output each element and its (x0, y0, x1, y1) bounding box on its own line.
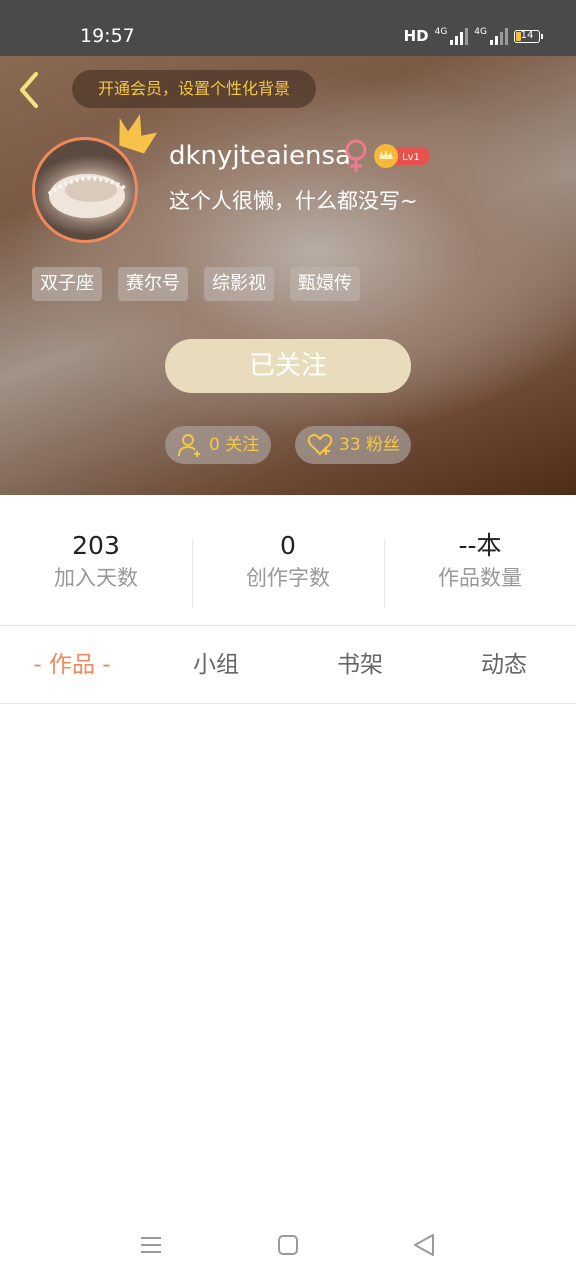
network-type-1: 4G (434, 27, 448, 37)
tag-item[interactable]: 甄嬛传 (290, 267, 360, 301)
following-button[interactable]: 0 关注 (165, 426, 271, 464)
battery-icon: 14 (514, 29, 543, 43)
profile-header: 开通会员，设置个性化背景 dknyjteaiensa Lv1 这个人很懒，什么都… (0, 56, 576, 495)
tag-item[interactable]: 综影视 (204, 267, 274, 301)
level-text: Lv1 (402, 152, 420, 163)
fans-button[interactable]: 33 粉丝 (295, 426, 411, 464)
system-nav-bar (0, 1210, 576, 1280)
tab-groups[interactable]: 小组 (144, 627, 288, 703)
heart-icon (307, 434, 333, 456)
crown-icon (119, 114, 158, 154)
fans-count: 33 粉丝 (339, 435, 401, 455)
profile-page: 19:57 HD 4G 4G 14 开通会员，设置个性化背景 dknyjteai… (0, 0, 576, 1280)
divider (0, 625, 576, 626)
tab-activity[interactable]: 动态 (432, 627, 576, 703)
stat-value: --本 (458, 531, 502, 560)
follow-button[interactable]: 已关注 (165, 339, 411, 393)
tab-bookshelf[interactable]: 书架 (288, 627, 432, 703)
back-button[interactable] (16, 70, 46, 110)
tag-item[interactable]: 赛尔号 (118, 267, 188, 301)
seashell-image (47, 174, 126, 218)
hd-indicator: HD (403, 27, 429, 45)
bio: 这个人很懒，什么都没写~ (169, 189, 418, 213)
stats-row: 203 加入天数 0 创作字数 --本 作品数量 (0, 530, 576, 620)
female-icon (345, 139, 367, 172)
status-time: 19:57 (80, 25, 135, 47)
divider (0, 703, 576, 704)
battery-level: 14 (520, 29, 534, 41)
menu-icon[interactable] (138, 1232, 164, 1258)
stat-works-count: --本 作品数量 (384, 530, 576, 620)
tag-item[interactable]: 双子座 (32, 267, 102, 301)
stat-label: 创作字数 (246, 566, 330, 590)
stat-words-written: 0 创作字数 (192, 530, 384, 620)
chevron-left-icon (20, 72, 38, 108)
status-bar: 19:57 HD 4G 4G 14 (0, 0, 576, 56)
avatar[interactable] (32, 137, 138, 243)
back-icon[interactable] (411, 1232, 437, 1258)
profile-tabs: - 作品 - 小组 书架 动态 (0, 627, 576, 703)
tab-works[interactable]: - 作品 - (0, 627, 144, 703)
interest-tags: 双子座 赛尔号 综影视 甄嬛传 (32, 267, 360, 301)
status-indicators: HD 4G 4G 14 (403, 24, 543, 48)
add-user-icon (178, 434, 200, 457)
home-icon[interactable] (275, 1232, 301, 1258)
network-type-2: 4G (474, 27, 487, 37)
stat-days-joined: 203 加入天数 (0, 530, 192, 620)
following-count: 0 关注 (209, 435, 260, 455)
stat-label: 作品数量 (438, 566, 522, 590)
stat-value: 203 (72, 531, 120, 560)
username: dknyjteaiensa (169, 141, 351, 171)
signal-icon: 4G (435, 27, 469, 45)
signal-icon-2: 4G (474, 27, 508, 45)
vip-banner[interactable]: 开通会员，设置个性化背景 (72, 70, 316, 108)
stat-value: 0 (280, 531, 296, 560)
level-badge: Lv1 (374, 144, 430, 168)
stat-label: 加入天数 (54, 566, 138, 590)
